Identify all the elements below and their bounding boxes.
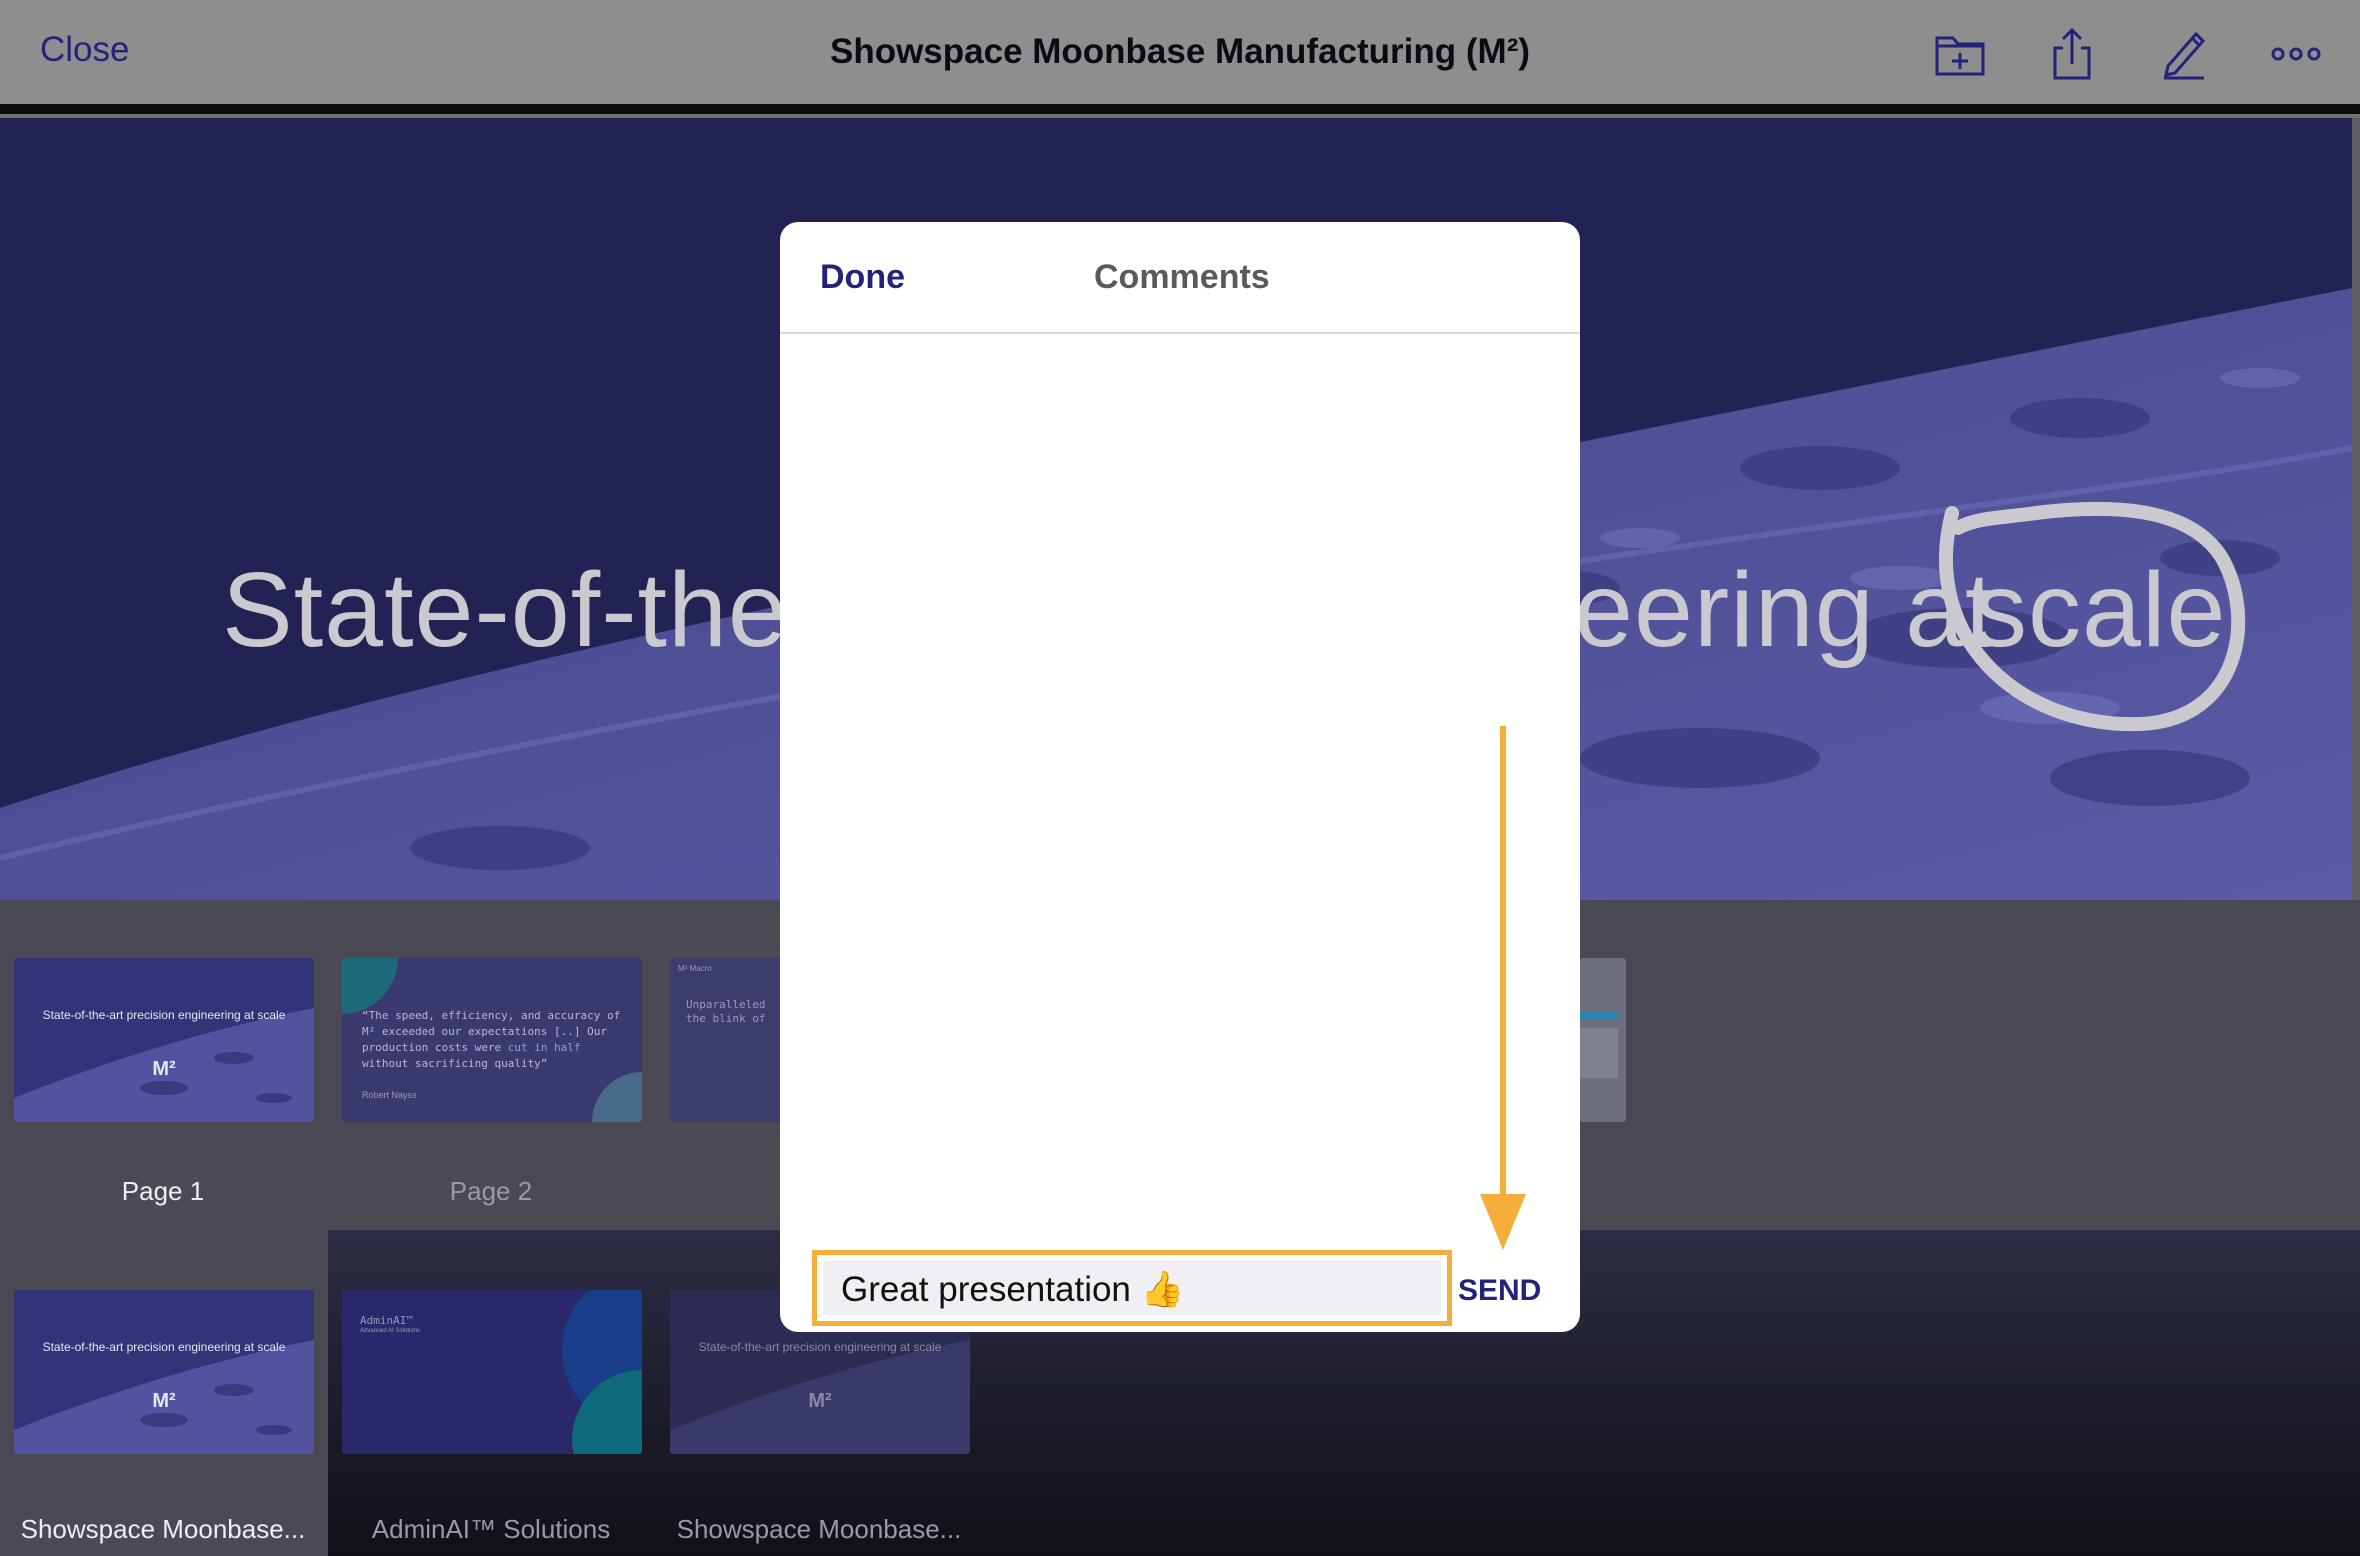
- pencil-icon[interactable]: [2156, 26, 2212, 82]
- more-icon[interactable]: [2268, 26, 2324, 82]
- thumbnail-title: State-of-the-art precision engineering a…: [42, 1008, 286, 1022]
- slide-headline-circled-word: scale: [1974, 551, 2227, 669]
- toolbar-divider: [0, 104, 2360, 114]
- dialog-header: Done Comments: [780, 222, 1580, 334]
- share-icon[interactable]: [2044, 26, 2100, 82]
- send-button[interactable]: SEND: [1458, 1274, 1541, 1308]
- thumbnail-document-2[interactable]: AdminAI™ Advanced AI Solutions: [342, 1290, 642, 1454]
- comments-dialog: Done Comments Great presentation 👍 SEND: [780, 222, 1580, 1332]
- thumbnail-page-partial[interactable]: [1580, 958, 1626, 1122]
- slide-scroll-edge: [2352, 118, 2360, 900]
- thumbnail-author: Robert Nayss: [362, 1090, 417, 1100]
- thumbnail-document-1[interactable]: State-of-the-art precision engineering a…: [14, 1290, 314, 1454]
- thumbnail-label: Showspace Moonbase...: [676, 1514, 962, 1544]
- thumbnail-label: Page 2: [449, 1176, 533, 1206]
- thumbnail-title: AdminAI™: [360, 1314, 413, 1327]
- document-title: Showspace Moonbase Manufacturing (M²): [829, 32, 1531, 71]
- thumbnail-title: State-of-the-art precision engineering a…: [42, 1340, 286, 1354]
- comment-input-highlight: Great presentation 👍: [812, 1250, 1452, 1326]
- thumbnail-label: Page 1: [121, 1176, 205, 1206]
- done-button[interactable]: Done: [820, 258, 905, 297]
- top-bar: Close Showspace Moonbase Manufacturing (…: [0, 0, 2360, 104]
- thumbnail-text: Unparalleled the blink of: [686, 998, 766, 1025]
- thumbnail-subtitle: Advanced AI Solutions: [360, 1328, 421, 1334]
- thumbnail-title: State-of-the-art precision engineering a…: [698, 1340, 942, 1354]
- new-folder-icon[interactable]: [1932, 26, 1988, 82]
- thumbnail-mark: M²: [152, 1390, 176, 1412]
- thumbnail-page-2[interactable]: “The speed, efficiency, and accuracy of …: [342, 958, 642, 1122]
- thumbnail-label: Showspace Moonbase...: [20, 1514, 306, 1544]
- thumbnail-mark: M²: [808, 1390, 832, 1412]
- comment-input[interactable]: Great presentation 👍: [823, 1261, 1441, 1315]
- comment-input-value: Great presentation 👍: [841, 1270, 1185, 1309]
- dialog-title: Comments: [1094, 258, 1270, 296]
- thumbnail-label: AdminAI™ Solutions: [371, 1514, 611, 1544]
- thumbnail-mark: M²: [152, 1058, 176, 1080]
- thumbnail-page-1[interactable]: State-of-the-art precision engineering a…: [14, 958, 314, 1122]
- arrow-down-icon: [1480, 726, 1526, 1250]
- thumbnail-page-3[interactable]: M² Macro Unparalleled the blink of: [670, 958, 780, 1122]
- slide-headline-middle: eering at: [1574, 551, 1996, 669]
- thumbnail-tag: M² Macro: [678, 964, 712, 973]
- thumbnail-quote: “The speed, efficiency, and accuracy of …: [362, 1009, 621, 1070]
